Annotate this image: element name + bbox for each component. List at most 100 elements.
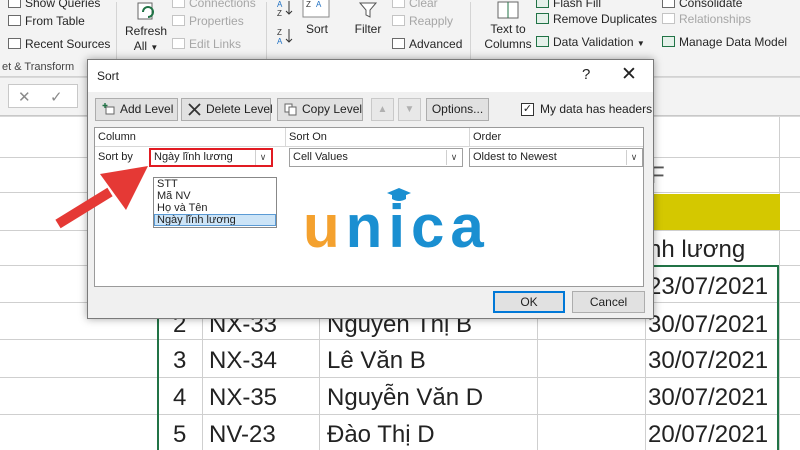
svg-text:A: A [316,0,322,9]
reapply-button[interactable]: Reapply [392,14,453,28]
svg-text:A: A [277,0,283,9]
add-level-icon [102,103,115,115]
sort-on-select-value: Cell Values [293,151,348,163]
column-select[interactable]: Ngày lĩnh lương ∨ [149,148,273,167]
advanced-filter-icon [392,38,405,49]
group-label-get-transform: et & Transform [2,61,75,73]
show-queries-button[interactable]: Show Queries [8,0,100,10]
relationships-icon [662,13,675,24]
dropdown-option-stt[interactable]: STT [154,178,276,190]
consolidate-icon [662,0,675,8]
copy-icon [284,103,297,116]
order-header-label: Order [473,131,502,143]
reapply-icon [392,15,405,26]
help-button[interactable]: ? [582,66,590,83]
my-data-has-headers-label: My data has headers [540,102,653,116]
consolidate-button[interactable]: Consolidate [662,0,742,10]
close-button[interactable]: ✕ [621,63,637,86]
ok-button[interactable]: OK [493,291,565,313]
from-table-button[interactable]: From Table [8,14,85,28]
refresh-icon [137,2,154,20]
chevron-down-icon: ▼ [150,43,159,52]
remove-duplicates-icon [536,13,549,24]
data-validation-button[interactable]: Data Validation ▼ [536,35,645,49]
header-cell-yellow[interactable] [645,194,780,230]
cancel-button[interactable]: Cancel [572,291,645,313]
data-validation-icon [536,36,549,47]
column-header-label: Column [98,131,136,143]
svg-text:Z: Z [306,0,311,9]
column-dropdown-list: STT Mã NV Họ và Tên Ngày lĩnh lương [153,177,277,228]
edit-links-button[interactable]: Edit Links [172,37,241,51]
sort-button[interactable]: Sort [306,22,328,36]
logo-letter-u: u [303,193,346,260]
logo-letter-n: n [345,193,389,260]
chevron-down-icon[interactable]: ∨ [446,150,461,165]
sort-levels-header: Column Sort On Order [95,128,643,147]
svg-text:A: A [277,37,283,46]
recent-sources-icon [8,38,21,49]
sort-za-icon[interactable]: ZA [302,0,330,21]
remove-duplicates-button[interactable]: Remove Duplicates [536,12,657,26]
add-level-button[interactable]: Add Level [95,98,178,121]
refresh-all-button[interactable]: Refresh All ▼ [124,0,168,55]
text-to-columns-icon [497,1,519,19]
confirm-formula-icon[interactable]: ✓ [50,88,63,106]
logo-letter-a: a [450,193,490,260]
grid-line [779,117,780,450]
text-to-columns-button[interactable]: Text to Columns [478,0,538,52]
dropdown-option-ngay-linh-luong[interactable]: Ngày lĩnh lương [154,214,276,226]
options-button[interactable]: Options... [426,98,489,121]
sort-za-small-icon: ZA [277,28,293,46]
red-pointer-arrow [55,166,148,229]
funnel-icon [358,2,378,18]
manage-data-model-button[interactable]: Manage Data Model [662,35,787,49]
arrow-down-icon: ▼ [404,104,415,115]
relationships-button[interactable]: Relationships [662,12,751,26]
move-down-button[interactable]: ▼ [398,98,421,121]
properties-button[interactable]: Properties [172,14,244,28]
sort-az-button[interactable]: AZ [276,0,296,21]
flash-fill-button[interactable]: Flash Fill [536,0,601,10]
graduation-cap-icon [387,188,412,201]
move-up-button[interactable]: ▲ [371,98,394,121]
copy-level-button[interactable]: Copy Level [277,98,363,121]
dropdown-option-ma-nv[interactable]: Mã NV [154,190,276,202]
connections-button[interactable]: Connections [172,0,256,10]
sort-az-icon: AZ [277,0,293,18]
arrow-up-icon: ▲ [377,104,388,115]
recent-sources-button[interactable]: Recent Sources [8,37,110,51]
data-model-icon [662,36,675,47]
filter-button[interactable]: Filter [350,0,386,37]
flash-fill-icon [536,0,549,8]
sort-on-header-label: Sort On [289,131,327,143]
header-divider [469,128,470,147]
advanced-button[interactable]: Advanced [392,37,462,51]
sort-za-button[interactable]: ZA [276,26,296,49]
cancel-formula-icon[interactable]: ✕ [18,88,31,106]
header-cell-date[interactable]: nh lương [648,236,745,264]
clear-icon [392,0,405,8]
svg-text:Z: Z [277,9,282,18]
delete-level-button[interactable]: Delete Level [181,98,273,121]
sort-dialog: Sort ? ✕ Add Level Delete Level Copy Lev… [87,59,654,319]
column-select-value: Ngày lĩnh lương [154,151,233,163]
checkmark-icon: ✓ [522,103,533,115]
sort-on-select[interactable]: Cell Values ∨ [289,148,463,167]
connections-icon [172,0,185,8]
chevron-down-icon: ▼ [636,39,645,48]
dropdown-option-ho-va-ten[interactable]: Họ và Tên [154,202,276,214]
chevron-down-icon[interactable]: ∨ [626,150,641,165]
svg-text:Z: Z [277,28,282,37]
chevron-down-icon[interactable]: ∨ [255,150,270,165]
query-icon [8,0,21,8]
order-select[interactable]: Oldest to Newest ∨ [469,148,643,167]
dialog-titlebar: Sort ? ✕ [88,60,653,92]
order-select-value: Oldest to Newest [473,151,557,163]
logo-letter-i: i [387,188,412,260]
my-data-has-headers-checkbox[interactable]: ✓ [521,103,534,116]
edit-links-icon [172,38,185,49]
table-icon [8,15,21,26]
header-divider [285,128,286,147]
clear-button[interactable]: Clear [392,0,438,10]
